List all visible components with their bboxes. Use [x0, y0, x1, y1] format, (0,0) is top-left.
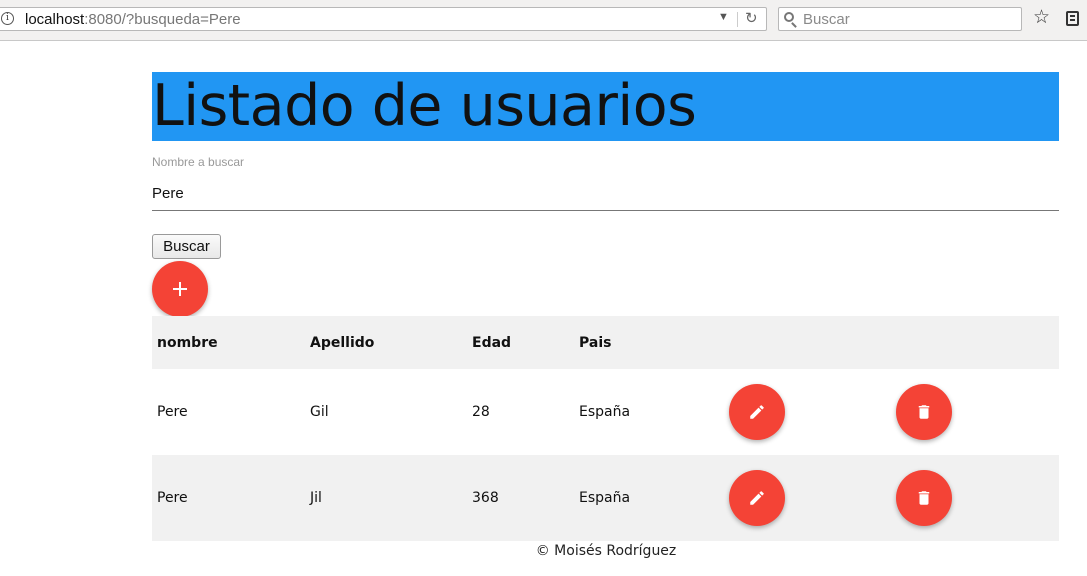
cell-apellido: Jil — [305, 455, 467, 541]
search-label: Nombre a buscar — [152, 155, 245, 169]
divider — [737, 12, 738, 27]
users-table: nombre Apellido Edad Pais Pere Gil 28 Es… — [152, 316, 1059, 541]
reload-icon[interactable]: ↻ — [745, 9, 758, 27]
cell-pais: España — [574, 455, 724, 541]
cell-edad: 368 — [467, 455, 574, 541]
header-pais: Pais — [574, 316, 724, 369]
add-user-button[interactable] — [152, 261, 208, 317]
search-icon — [784, 12, 794, 22]
search-button[interactable]: Buscar — [152, 234, 221, 259]
table-row: Pere Gil 28 España — [152, 369, 1059, 455]
cell-edad: 28 — [472, 404, 490, 420]
browser-search-placeholder: Buscar — [803, 11, 850, 28]
url-path: :8080/?busqueda=Pere — [84, 11, 241, 28]
edit-cell — [724, 369, 891, 455]
delete-cell — [891, 369, 1059, 455]
browser-toolbar: i localhost:8080/?busqueda=Pere ▼ ↻ Busc… — [0, 0, 1087, 41]
cell-nombre: Pere — [157, 404, 188, 420]
trash-icon — [915, 403, 933, 421]
header-edad: Edad — [467, 316, 574, 369]
bookmark-star-icon[interactable]: ☆ — [1033, 7, 1050, 29]
delete-cell — [891, 455, 1059, 541]
cell-apellido: Gil — [310, 404, 329, 420]
delete-user-button[interactable] — [896, 470, 952, 526]
info-icon[interactable]: i — [1, 12, 14, 25]
edit-cell — [724, 455, 891, 541]
reader-list-icon[interactable] — [1066, 11, 1079, 26]
header-apellido: Apellido — [305, 316, 467, 369]
table-header-row: nombre Apellido Edad Pais — [152, 316, 1059, 369]
header-delete — [891, 316, 1059, 369]
cell-pais: España — [579, 404, 631, 420]
browser-search-bar[interactable]: Buscar — [778, 7, 1022, 31]
address-bar[interactable]: i localhost:8080/?busqueda=Pere ▼ ↻ — [0, 7, 767, 31]
pencil-icon — [748, 403, 766, 421]
pencil-icon — [748, 489, 766, 507]
footer: © Moisés Rodríguez — [535, 543, 677, 559]
header-nombre: nombre — [152, 316, 305, 369]
chevron-down-icon[interactable]: ▼ — [718, 11, 729, 23]
url-host: localhost — [25, 11, 85, 28]
address-text[interactable]: localhost:8080/?busqueda=Pere — [25, 11, 241, 28]
table-row: Pere Jil 368 España — [152, 455, 1059, 541]
edit-user-button[interactable] — [729, 470, 785, 526]
delete-user-button[interactable] — [896, 384, 952, 440]
cell-nombre: Pere — [152, 455, 305, 541]
edit-user-button[interactable] — [729, 384, 785, 440]
plus-icon — [173, 282, 187, 296]
page-title: Listado de usuarios — [152, 72, 1059, 141]
search-input[interactable] — [152, 177, 1059, 211]
header-edit — [724, 316, 891, 369]
trash-icon — [915, 489, 933, 507]
